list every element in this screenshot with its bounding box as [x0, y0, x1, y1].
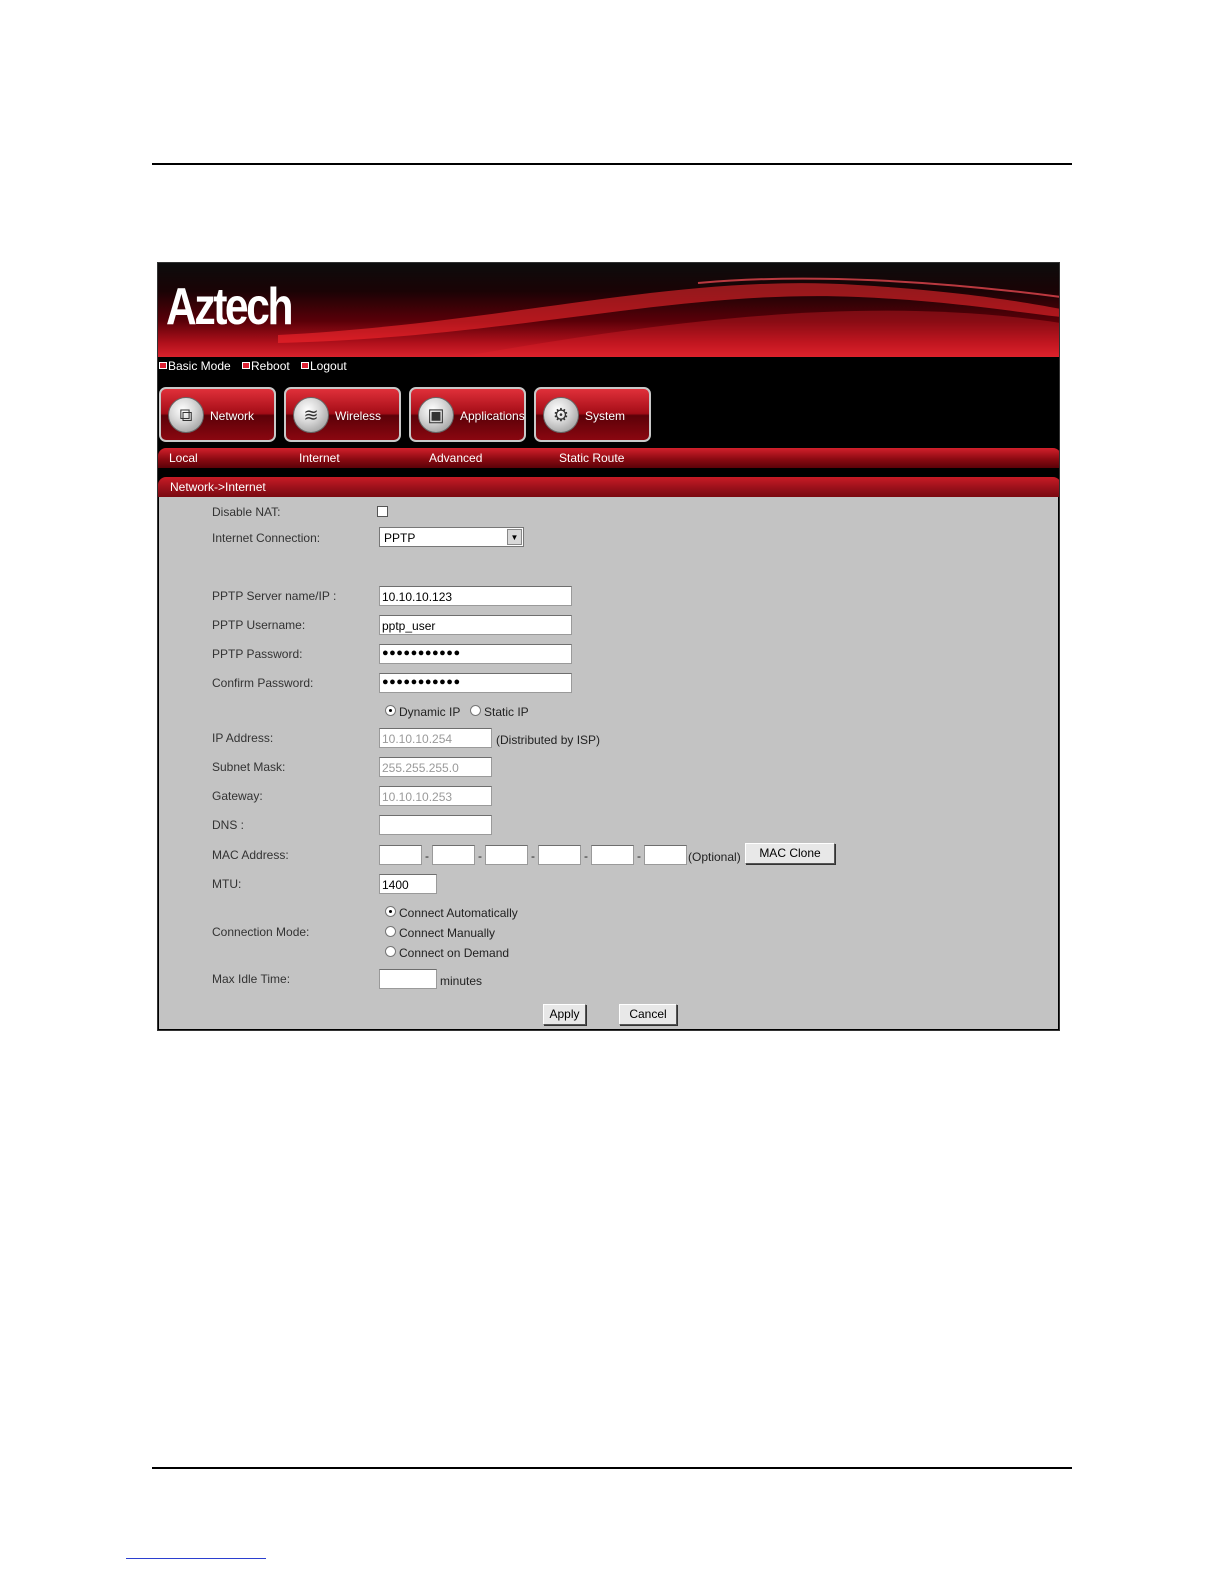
mac-octet-6[interactable]	[644, 845, 687, 865]
pptp-username-label: PPTP Username:	[212, 618, 306, 632]
dynamic-ip-radio[interactable]	[385, 705, 396, 716]
footer-link-underline	[126, 1558, 266, 1559]
disable-nat-label: Disable NAT:	[212, 505, 281, 519]
breadcrumb: Network->Internet	[170, 480, 266, 494]
nav-network-button[interactable]: ⧉ Network	[159, 387, 276, 442]
apply-button[interactable]: Apply	[543, 1004, 586, 1025]
logout-label: Logout	[310, 359, 347, 373]
pptp-username-input[interactable]: pptp_user	[379, 615, 572, 635]
footer-rule	[152, 1467, 1072, 1469]
bullet-icon	[159, 362, 167, 369]
reboot-label: Reboot	[251, 359, 290, 373]
mac-separator: -	[425, 849, 429, 863]
nav-wireless-label: Wireless	[335, 409, 382, 423]
mtu-label: MTU:	[212, 877, 242, 891]
mac-octet-2[interactable]	[432, 845, 475, 865]
reboot-link[interactable]: Reboot	[242, 359, 290, 373]
pptp-server-label: PPTP Server name/IP :	[212, 589, 337, 603]
connection-mode-label: Connection Mode:	[212, 925, 310, 939]
connect-manually-label: Connect Manually	[399, 926, 496, 940]
basic-mode-link[interactable]: Basic Mode	[159, 359, 231, 373]
subnet-mask-input[interactable]: 255.255.255.0	[379, 757, 492, 777]
bullet-icon	[301, 362, 309, 369]
banner: Aztech	[158, 263, 1059, 357]
mtu-input[interactable]: 1400	[379, 874, 437, 894]
nav-applications-button[interactable]: ▣ Applications	[409, 387, 526, 442]
ip-address-label: IP Address:	[212, 731, 274, 745]
connect-on-demand-label: Connect on Demand	[399, 946, 510, 960]
mac-octet-3[interactable]	[485, 845, 528, 865]
static-ip-label: Static IP	[484, 705, 529, 719]
internet-settings-form: Disable NAT: Internet Connection: PPTP ▼…	[159, 497, 1058, 1029]
banner-swoosh	[278, 277, 1059, 357]
gateway-label: Gateway:	[212, 789, 263, 803]
mac-clone-button[interactable]: MAC Clone	[745, 843, 835, 864]
subnav-internet[interactable]: Internet	[299, 451, 340, 465]
mac-optional-note: (Optional)	[688, 850, 741, 864]
breadcrumb-bar: Network->Internet	[158, 477, 1059, 497]
system-icon: ⚙	[543, 397, 579, 433]
ip-address-note: (Distributed by ISP)	[496, 733, 601, 747]
nav-system-button[interactable]: ⚙ System	[534, 387, 651, 442]
dns-label: DNS :	[212, 818, 245, 832]
internet-connection-select[interactable]: PPTP ▼	[379, 527, 524, 547]
ip-address-input[interactable]: 10.10.10.254	[379, 728, 492, 748]
internet-connection-label: Internet Connection:	[212, 531, 321, 545]
connect-on-demand-radio[interactable]	[385, 946, 396, 957]
subnet-mask-label: Subnet Mask:	[212, 760, 286, 774]
max-idle-time-label: Max Idle Time:	[212, 972, 291, 986]
wireless-icon: ≋	[293, 397, 329, 433]
mac-address-label: MAC Address:	[212, 848, 289, 862]
dns-input[interactable]	[379, 815, 492, 835]
mac-octet-5[interactable]	[591, 845, 634, 865]
internet-connection-value: PPTP	[384, 531, 416, 545]
bullet-icon	[242, 362, 250, 369]
mac-separator: -	[637, 849, 641, 863]
max-idle-time-input[interactable]	[379, 969, 437, 989]
sub-navigation: Local Internet Advanced Static Route	[158, 448, 1059, 468]
applications-icon: ▣	[418, 397, 454, 433]
max-idle-time-unit: minutes	[440, 974, 483, 988]
pptp-password-input[interactable]: ●●●●●●●●●●●	[379, 644, 572, 664]
chevron-down-icon: ▼	[507, 529, 522, 545]
cancel-button[interactable]: Cancel	[619, 1004, 677, 1025]
network-icon: ⧉	[168, 397, 204, 433]
gateway-input[interactable]: 10.10.10.253	[379, 786, 492, 806]
header-rule	[152, 163, 1072, 165]
connect-automatically-radio[interactable]	[385, 906, 396, 917]
disable-nat-checkbox[interactable]	[377, 506, 388, 517]
nav-applications-label: Applications	[460, 409, 525, 423]
connect-manually-radio[interactable]	[385, 926, 396, 937]
mac-separator: -	[478, 849, 482, 863]
subnav-advanced[interactable]: Advanced	[429, 451, 482, 465]
confirm-password-label: Confirm Password:	[212, 676, 314, 690]
nav-system-label: System	[585, 409, 626, 423]
logout-link[interactable]: Logout	[301, 359, 347, 373]
aztech-logo: Aztech	[166, 278, 294, 336]
dynamic-ip-label: Dynamic IP	[399, 705, 461, 719]
static-ip-radio[interactable]	[470, 705, 481, 716]
subnav-static-route[interactable]: Static Route	[559, 451, 624, 465]
mac-separator: -	[531, 849, 535, 863]
pptp-password-label: PPTP Password:	[212, 647, 303, 661]
nav-wireless-button[interactable]: ≋ Wireless	[284, 387, 401, 442]
mac-octet-1[interactable]	[379, 845, 422, 865]
top-links: Basic Mode Reboot Logout	[158, 357, 1059, 379]
mac-octet-4[interactable]	[538, 845, 581, 865]
subnav-local[interactable]: Local	[169, 451, 198, 465]
confirm-password-input[interactable]: ●●●●●●●●●●●	[379, 673, 572, 693]
connect-automatically-label: Connect Automatically	[399, 906, 518, 920]
mac-separator: -	[584, 849, 588, 863]
nav-network-label: Network	[210, 409, 255, 423]
basic-mode-label: Basic Mode	[168, 359, 231, 373]
router-admin-screenshot: Aztech Basic Mode Reboot Logout ⧉ Networ…	[157, 262, 1060, 1031]
pptp-server-input[interactable]: 10.10.10.123	[379, 586, 572, 606]
